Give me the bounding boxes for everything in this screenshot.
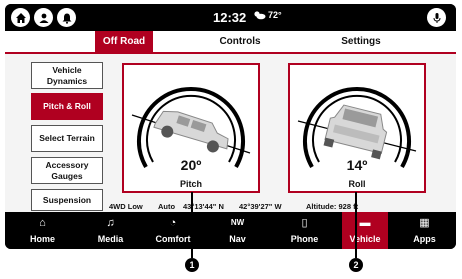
sidebar-item-pitch-roll[interactable]: Pitch & Roll [31,93,103,120]
bottom-nav: ⌂ Home ♫ Media ◔ Comfort NW Nav ▯ Phone … [5,212,456,249]
sidebar-item-accessory-gauges[interactable]: Accessory Gauges [31,157,103,184]
nav-vehicle[interactable]: ▬ Vehicle [342,212,388,249]
home-icon: ⌂ [39,217,46,229]
pitch-label: Pitch [179,179,202,189]
nav-phone[interactable]: ▯ Phone [277,212,332,249]
pitch-angle-value: 20º [180,157,202,173]
comfort-icon: ◔ [169,217,177,229]
person-icon[interactable] [34,8,53,27]
nav-nav[interactable]: NW Nav [210,212,265,249]
status-bar: 12:32 72° [5,4,456,31]
latitude: 43°13'44" N [183,202,224,211]
roll-angle-value: 14º [346,157,368,173]
vehicle-side-icon [153,110,229,153]
nav-apps[interactable]: ▦ Apps [397,212,452,249]
weather: 72° [253,10,282,20]
apps-grid-icon: ▦ [419,217,430,229]
callout-2: 2 [349,258,363,272]
microphone-icon[interactable] [427,8,446,27]
phone-icon: ▯ [301,217,308,229]
music-icon: ♫ [106,217,115,229]
nav-media[interactable]: ♫ Media [83,212,138,249]
partly-cloudy-icon [254,11,266,20]
callout-1-line [191,192,193,258]
home-icon[interactable] [11,8,30,27]
nav-home[interactable]: ⌂ Home [15,212,70,249]
infotainment-screen: 12:32 72° Off Road Controls Settings Veh… [5,4,456,249]
notification-icon[interactable] [57,8,76,27]
longitude: 42°39'27" W [239,202,282,211]
clock: 12:32 [213,10,247,25]
main-content: Off Road Controls Settings Vehicle Dynam… [5,31,456,212]
nav-comfort[interactable]: ◔ Comfort [143,212,203,249]
temperature: 72° [268,10,282,20]
sidebar-item-suspension[interactable]: Suspension [31,189,103,211]
pitch-panel: 20º Pitch [122,63,260,193]
sidebar-item-select-terrain[interactable]: Select Terrain [31,125,103,152]
roll-panel: 14º Roll [288,63,426,193]
compass-icon: NW [230,218,245,227]
car-icon: ▬ [359,217,371,229]
tab-controls[interactable]: Controls [205,31,275,52]
drive-mode: 4WD Low [109,202,143,211]
drive-auto: Auto [158,202,176,211]
roll-label: Roll [348,179,366,189]
tab-settings[interactable]: Settings [331,31,391,52]
tab-off-road[interactable]: Off Road [95,31,153,52]
tab-bar: Off Road Controls Settings [5,31,456,54]
altitude: Altitude: 928 ft [306,202,359,211]
vehicle-front-icon [323,104,388,160]
callout-1: 1 [185,258,199,272]
sidebar-item-vehicle-dynamics[interactable]: Vehicle Dynamics [31,62,103,89]
callout-2-line [355,192,357,258]
